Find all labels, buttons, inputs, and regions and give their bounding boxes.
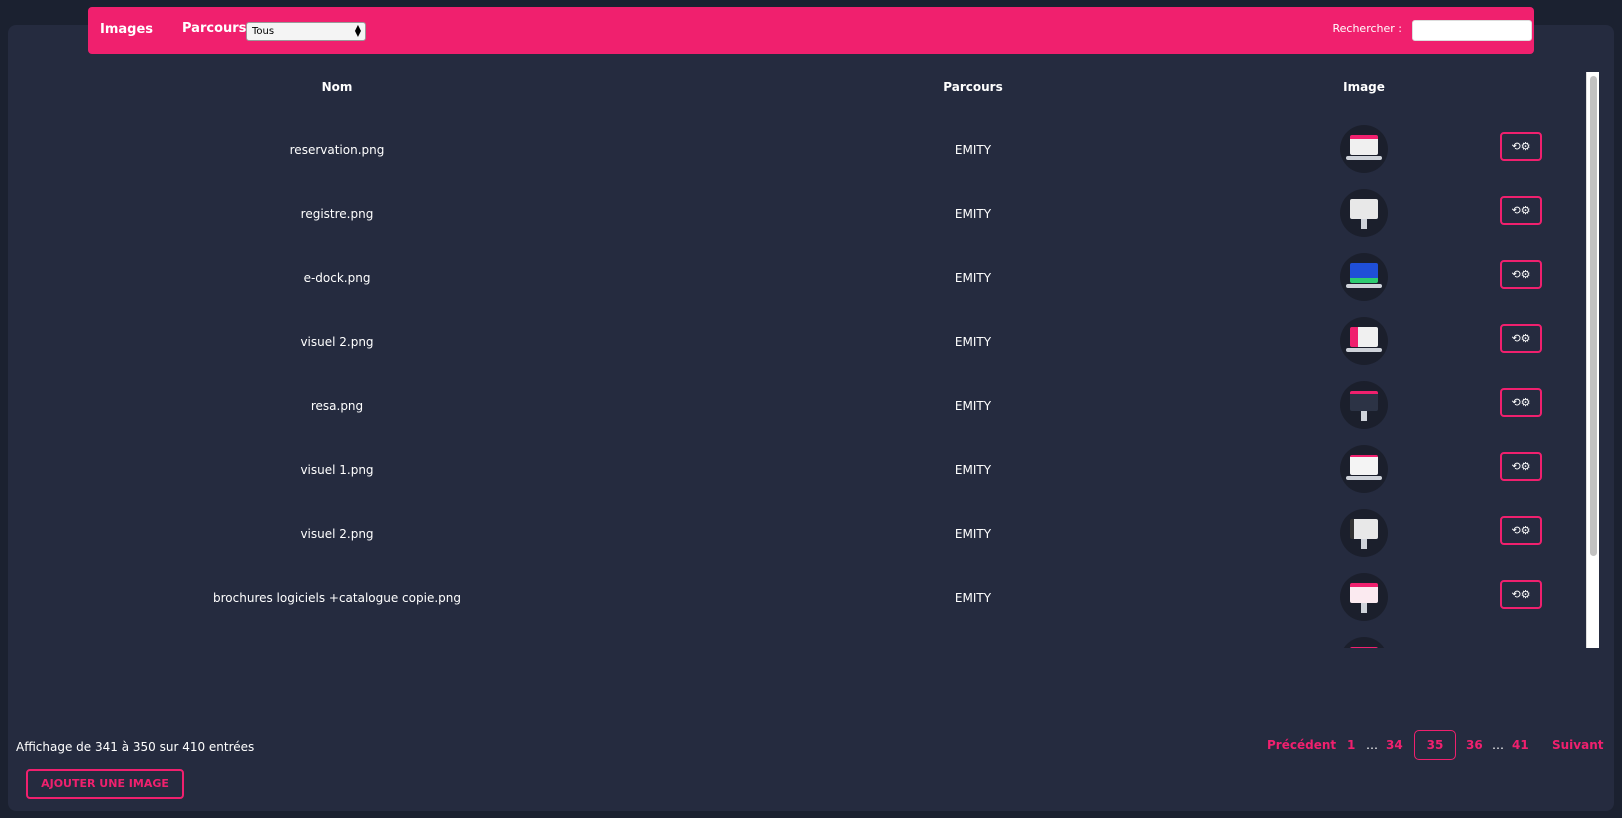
- image-name: visuel 2.png: [300, 527, 374, 541]
- image-name: brochures logiciels +catalogue copie.png: [213, 591, 461, 605]
- image-thumbnail[interactable]: [1340, 573, 1388, 621]
- page-title: Images: [100, 22, 154, 37]
- replace-settings-icon: ⟲⚙: [1511, 204, 1531, 217]
- table-scrollbar[interactable]: [1586, 72, 1599, 648]
- replace-image-button[interactable]: ⟲⚙: [1500, 196, 1542, 225]
- table-row: [8, 630, 1590, 648]
- table-row: visuel 2.png EMITY ⟲⚙: [8, 502, 1590, 566]
- image-name: visuel 2.png: [300, 335, 374, 349]
- pagination-page-1[interactable]: 1: [1347, 738, 1355, 752]
- pagination-next[interactable]: Suivant: [1552, 738, 1604, 752]
- pagination-ellipsis: …: [1492, 738, 1504, 752]
- table-row: reservation.png EMITY ⟲⚙: [8, 118, 1590, 182]
- table-row: visuel 2.png EMITY ⟲⚙: [8, 310, 1590, 374]
- images-table: reservation.png EMITY ⟲⚙ registre.png EM…: [8, 118, 1590, 648]
- image-parcours: EMITY: [954, 527, 992, 541]
- search-input[interactable]: [1412, 20, 1532, 41]
- image-parcours: EMITY: [954, 271, 992, 285]
- replace-settings-icon: ⟲⚙: [1511, 332, 1531, 345]
- table-row: resa.png EMITY ⟲⚙: [8, 374, 1590, 438]
- image-thumbnail[interactable]: [1340, 253, 1388, 301]
- image-thumbnail[interactable]: [1340, 381, 1388, 429]
- column-header-image[interactable]: Image: [1343, 80, 1385, 94]
- pagination-page-35[interactable]: 35: [1414, 730, 1456, 760]
- search-label: Rechercher :: [1332, 22, 1403, 35]
- image-name: e-dock.png: [303, 271, 371, 285]
- image-name: registre.png: [300, 207, 374, 221]
- replace-settings-icon: ⟲⚙: [1511, 460, 1531, 473]
- image-thumbnail[interactable]: [1340, 509, 1388, 557]
- replace-settings-icon: ⟲⚙: [1511, 588, 1531, 601]
- replace-image-button[interactable]: ⟲⚙: [1500, 516, 1542, 545]
- column-header-nom[interactable]: Nom: [322, 80, 353, 94]
- image-parcours: EMITY: [954, 463, 992, 477]
- column-header-parcours[interactable]: Parcours: [943, 80, 1002, 94]
- scrollbar-thumb[interactable]: [1590, 76, 1597, 556]
- replace-image-button[interactable]: ⟲⚙: [1500, 388, 1542, 417]
- image-thumbnail[interactable]: [1340, 637, 1388, 648]
- image-thumbnail[interactable]: [1340, 445, 1388, 493]
- replace-image-button[interactable]: ⟲⚙: [1500, 580, 1542, 609]
- table-row: visuel 1.png EMITY ⟲⚙: [8, 438, 1590, 502]
- image-parcours: EMITY: [954, 335, 992, 349]
- top-bar: Images Parcours Tous ▲ ▼ Rechercher :: [88, 7, 1534, 54]
- image-thumbnail[interactable]: [1340, 189, 1388, 237]
- replace-settings-icon: ⟲⚙: [1511, 268, 1531, 281]
- pagination-page-36[interactable]: 36: [1466, 738, 1483, 752]
- image-name: visuel 1.png: [300, 463, 374, 477]
- replace-image-button[interactable]: ⟲⚙: [1500, 324, 1542, 353]
- replace-image-button[interactable]: ⟲⚙: [1500, 132, 1542, 161]
- table-row: brochures logiciels +catalogue copie.png…: [8, 566, 1590, 630]
- table-info: Affichage de 341 à 350 sur 410 entrées: [16, 740, 255, 754]
- replace-image-button[interactable]: ⟲⚙: [1500, 260, 1542, 289]
- add-image-button[interactable]: AJOUTER UNE IMAGE: [26, 769, 184, 799]
- image-name: resa.png: [310, 399, 364, 413]
- pagination-previous[interactable]: Précédent: [1267, 738, 1336, 752]
- image-name: reservation.png: [289, 143, 385, 157]
- image-thumbnail[interactable]: [1340, 317, 1388, 365]
- select-arrows-icon: ▲ ▼: [354, 23, 361, 38]
- image-parcours: EMITY: [954, 143, 992, 157]
- table-row: e-dock.png EMITY ⟲⚙: [8, 246, 1590, 310]
- replace-settings-icon: ⟲⚙: [1511, 396, 1531, 409]
- replace-settings-icon: ⟲⚙: [1511, 140, 1531, 153]
- image-parcours: EMITY: [954, 591, 992, 605]
- parcours-filter-label: Parcours: [182, 21, 247, 36]
- image-thumbnail[interactable]: [1340, 125, 1388, 173]
- pagination-page-34[interactable]: 34: [1386, 738, 1403, 752]
- replace-image-button[interactable]: ⟲⚙: [1500, 452, 1542, 481]
- pagination-page-41[interactable]: 41: [1512, 738, 1529, 752]
- image-parcours: EMITY: [954, 399, 992, 413]
- parcours-select-value: Tous: [252, 26, 275, 37]
- image-parcours: EMITY: [954, 207, 992, 221]
- replace-settings-icon: ⟲⚙: [1511, 524, 1531, 537]
- parcours-select[interactable]: Tous ▲ ▼: [246, 22, 366, 41]
- table-row: registre.png EMITY ⟲⚙: [8, 182, 1590, 246]
- pagination-ellipsis: …: [1366, 738, 1378, 752]
